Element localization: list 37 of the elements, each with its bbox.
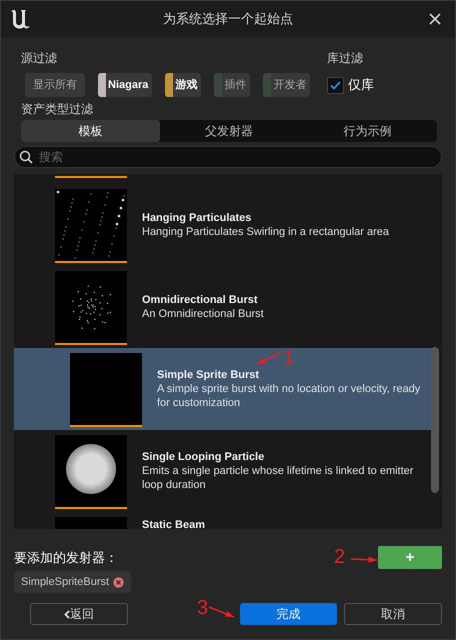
emitter-description: Emits a single particle whose lifetime is linked to emitter loop duration — [142, 464, 414, 492]
emitter-row[interactable]: Hanging Particulates Hanging Particulates Swirling in a rectangular area — [14, 184, 432, 266]
emitter-description: A simple sprite burst with no location or velocity, ready for customization — [157, 382, 422, 410]
source-filter-chip[interactable]: 显示所有 — [25, 73, 85, 97]
emitter-title: Single Looping Particle — [142, 450, 266, 464]
source-filter-chip[interactable]: 开发者 — [263, 73, 310, 97]
filter-tab[interactable]: 模板 — [21, 120, 160, 142]
finish-button[interactable]: 完成 — [240, 603, 338, 625]
emitter-title: Hanging Particulates — [142, 211, 252, 225]
cancel-button[interactable]: 取消 — [344, 603, 442, 625]
emitter-description: An Omnidirectional Burst — [142, 307, 264, 321]
filter-tab[interactable]: 行为示例 — [298, 120, 437, 142]
emitter-title: Simple Sprite Burst — [157, 368, 260, 382]
emitter-row[interactable]: 1 Simple Sprite Burst A simple sprite burst with no location or velocity, ready for customization — [14, 348, 432, 430]
source-filter-chip[interactable]: 插件 — [214, 73, 250, 97]
filter-tab[interactable]: 父发射器 — [160, 120, 298, 142]
checkbox-label: 仅库 — [348, 76, 374, 94]
emitter-row[interactable]: Single Looping Particle Emits a single particle whose lifetime is linked to emitter loop duration — [14, 430, 432, 512]
source-filter-chip[interactable]: 游戏 — [165, 73, 202, 97]
emitter-title: Omnidirectional Burst — [142, 293, 259, 307]
annotation-number: 2 — [334, 547, 346, 567]
source-filter-chip[interactable]: Niagara — [98, 73, 152, 97]
emitter-title: Static Beam — [142, 518, 205, 529]
asset-type-filter-label: 资产类型过滤 — [20, 102, 94, 116]
emitters-to-add-label: 要添加的发射器： — [14, 548, 118, 567]
annotation-number: 3 — [197, 598, 208, 618]
window-title: 为系统选择一个起始点 — [162, 10, 294, 28]
source-filter-label: 源过滤 — [21, 51, 58, 65]
emitter-row[interactable]: Omnidirectional Burst An Omnidirectional Burst — [14, 266, 432, 348]
search-field[interactable]: 搜索 — [14, 146, 442, 168]
annotation-number: 1 — [283, 348, 294, 368]
search-input[interactable]: 搜索 — [39, 148, 437, 166]
library-filter-label: 库过滤 — [327, 51, 364, 65]
tag-label: SimpleSpriteBurst — [21, 574, 110, 590]
emitter-description: Hanging Particulates Swirling in a rectangular area — [142, 225, 390, 239]
emitter-row[interactable]: Static Beam — [14, 512, 432, 529]
back-button[interactable]: 返回 — [30, 603, 128, 625]
